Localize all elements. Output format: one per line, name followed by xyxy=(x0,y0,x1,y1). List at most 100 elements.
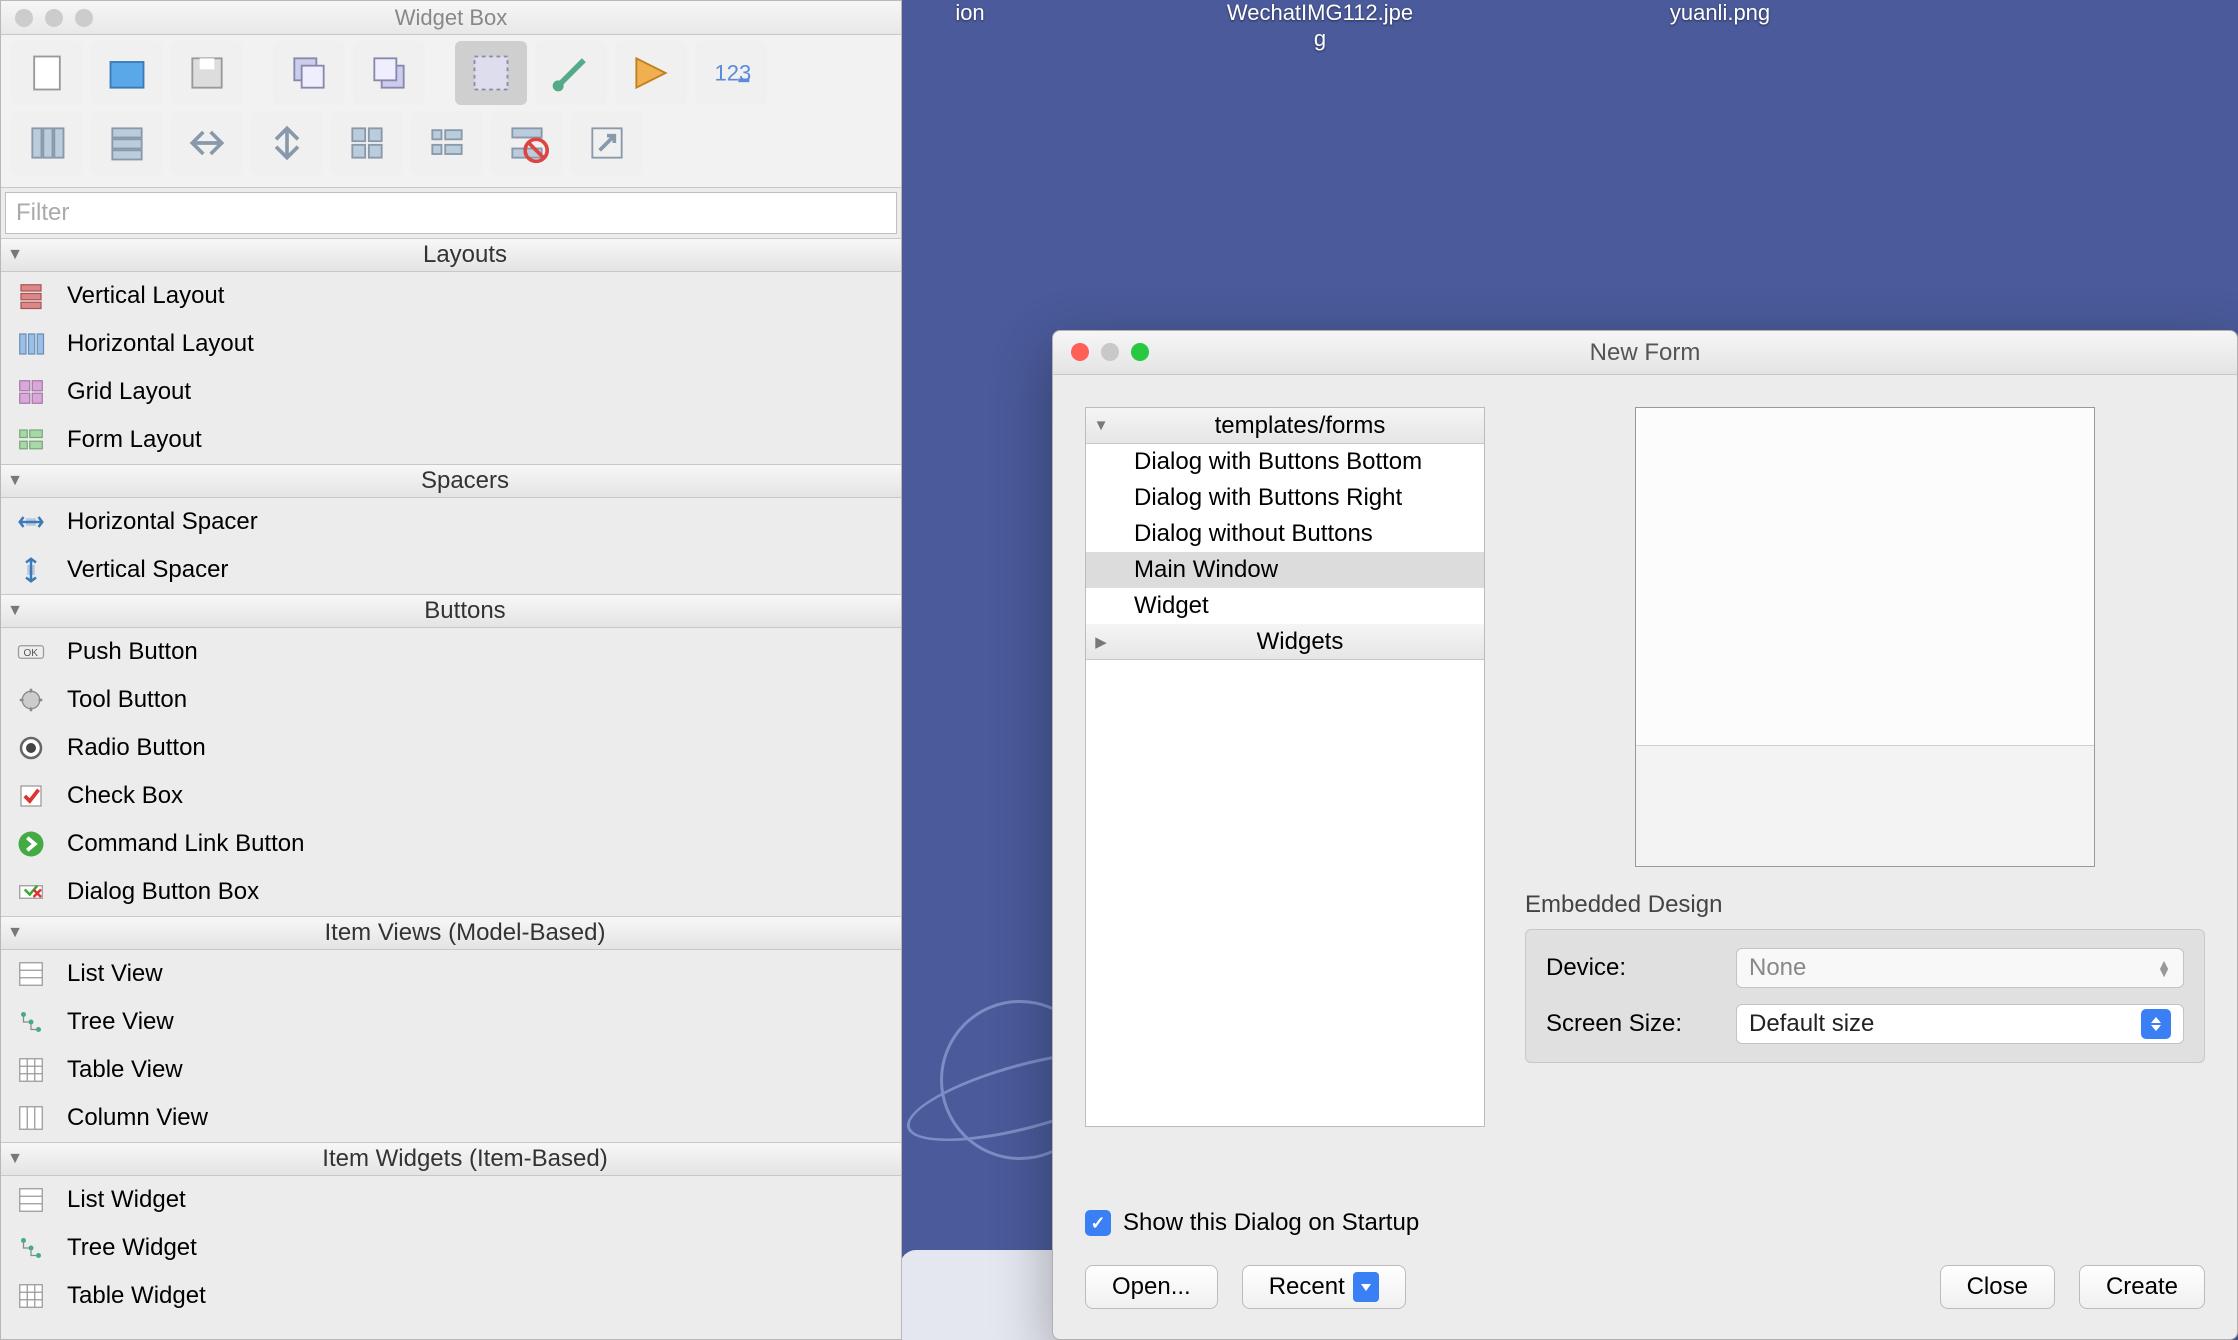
widget-icon xyxy=(13,552,49,588)
widget-icon xyxy=(13,730,49,766)
tree-header-widgets[interactable]: ▶Widgets xyxy=(1086,624,1484,660)
widget-item-label: List View xyxy=(67,960,163,988)
widget-item-label: Command Link Button xyxy=(67,830,304,858)
widget-item-label: Horizontal Spacer xyxy=(67,508,258,536)
template-item[interactable]: Main Window xyxy=(1086,552,1484,588)
widget-icon xyxy=(13,1182,49,1218)
widget-item-label: Form Layout xyxy=(67,426,202,454)
close-button[interactable]: Close xyxy=(1940,1265,2055,1309)
edit-signals-icon[interactable] xyxy=(535,41,607,105)
device-label: Device: xyxy=(1546,954,1716,982)
widget-item[interactable]: Dialog Button Box xyxy=(1,868,901,916)
widget-item-label: Check Box xyxy=(67,782,183,810)
layout-v-splitter-icon[interactable] xyxy=(251,111,323,175)
widget-item-label: Vertical Layout xyxy=(67,282,224,310)
category-header[interactable]: ▼Item Widgets (Item-Based) xyxy=(1,1142,901,1176)
widget-icon: OK xyxy=(13,634,49,670)
widget-item[interactable]: Table View xyxy=(1,1046,901,1094)
toolbar: 123 xyxy=(1,35,901,188)
widget-item[interactable]: Command Link Button xyxy=(1,820,901,868)
save-icon[interactable] xyxy=(171,41,243,105)
embedded-design-box: Device: None▲▼ Screen Size: Default size xyxy=(1525,929,2205,1063)
widget-icon xyxy=(13,1004,49,1040)
screen-size-select[interactable]: Default size xyxy=(1736,1004,2184,1044)
edit-buddies-icon[interactable] xyxy=(615,41,687,105)
category-header[interactable]: ▼Buttons xyxy=(1,594,901,628)
widget-icon xyxy=(13,1100,49,1136)
device-select[interactable]: None▲▼ xyxy=(1736,948,2184,988)
widget-item[interactable]: Horizontal Spacer xyxy=(1,498,901,546)
send-back-icon[interactable] xyxy=(273,41,345,105)
widget-item[interactable]: Check Box xyxy=(1,772,901,820)
widget-item[interactable]: Vertical Layout xyxy=(1,272,901,320)
widget-item[interactable]: Form Layout xyxy=(1,416,901,464)
template-item[interactable]: Dialog with Buttons Bottom xyxy=(1086,444,1484,480)
category-header[interactable]: ▼Item Views (Model-Based) xyxy=(1,916,901,950)
embedded-design-label: Embedded Design xyxy=(1525,891,2205,919)
break-layout-icon[interactable] xyxy=(491,111,563,175)
show-on-startup-checkbox[interactable]: ✓ xyxy=(1085,1210,1111,1236)
widget-item-label: Tool Button xyxy=(67,686,187,714)
layout-vertical-icon[interactable] xyxy=(91,111,163,175)
window-titlebar[interactable]: Widget Box xyxy=(1,1,901,35)
widget-item[interactable]: Vertical Spacer xyxy=(1,546,901,594)
widget-item-label: Horizontal Layout xyxy=(67,330,254,358)
widget-item[interactable]: Tree Widget xyxy=(1,1224,901,1272)
edit-tab-order-icon[interactable]: 123 xyxy=(695,41,767,105)
traffic-lights[interactable] xyxy=(15,9,93,27)
widget-icon xyxy=(13,1278,49,1314)
template-item[interactable]: Dialog without Buttons xyxy=(1086,516,1484,552)
widget-item[interactable]: Table Widget xyxy=(1,1272,901,1320)
widget-item-label: Push Button xyxy=(67,638,198,666)
recent-button[interactable]: Recent xyxy=(1242,1265,1406,1309)
filter-input[interactable] xyxy=(5,192,897,234)
widget-icon xyxy=(13,1230,49,1266)
dialog-title: New Form xyxy=(1590,339,1701,366)
widget-item-label: Vertical Spacer xyxy=(67,556,228,584)
dialog-titlebar[interactable]: New Form xyxy=(1053,331,2237,375)
open-file-icon[interactable] xyxy=(91,41,163,105)
svg-text:OK: OK xyxy=(24,647,39,658)
widget-item-label: Grid Layout xyxy=(67,378,191,406)
template-item[interactable]: Dialog with Buttons Right xyxy=(1086,480,1484,516)
widget-icon xyxy=(13,504,49,540)
adjust-size-icon[interactable] xyxy=(571,111,643,175)
widget-item[interactable]: List Widget xyxy=(1,1176,901,1224)
widget-icon xyxy=(13,278,49,314)
widget-item[interactable]: OK Push Button xyxy=(1,628,901,676)
widget-item[interactable]: Column View xyxy=(1,1094,901,1142)
widget-icon xyxy=(13,1052,49,1088)
widget-icon xyxy=(13,326,49,362)
widget-icon xyxy=(13,374,49,410)
open-button[interactable]: Open... xyxy=(1085,1265,1218,1309)
layout-grid-icon[interactable] xyxy=(331,111,403,175)
widget-item-label: Tree Widget xyxy=(67,1234,197,1262)
widget-item-label: List Widget xyxy=(67,1186,186,1214)
widget-item[interactable]: Tool Button xyxy=(1,676,901,724)
template-item[interactable]: Widget xyxy=(1086,588,1484,624)
widget-item[interactable]: Grid Layout xyxy=(1,368,901,416)
layout-h-splitter-icon[interactable] xyxy=(171,111,243,175)
widget-icon xyxy=(13,956,49,992)
template-tree[interactable]: ▼templates/forms Dialog with Buttons Bot… xyxy=(1085,407,1485,1127)
traffic-lights[interactable] xyxy=(1071,343,1149,361)
widget-item-label: Table Widget xyxy=(67,1282,206,1310)
edit-widgets-icon[interactable] xyxy=(455,41,527,105)
widget-item[interactable]: Horizontal Layout xyxy=(1,320,901,368)
category-header[interactable]: ▼Layouts xyxy=(1,238,901,272)
widget-item[interactable]: List View xyxy=(1,950,901,998)
tree-header[interactable]: ▼templates/forms xyxy=(1086,408,1484,444)
widget-item[interactable]: Tree View xyxy=(1,998,901,1046)
widget-item[interactable]: Radio Button xyxy=(1,724,901,772)
desktop-file[interactable]: WechatIMG112.jpeg xyxy=(1220,0,1420,52)
new-file-icon[interactable] xyxy=(11,41,83,105)
desktop-file[interactable]: yuanli.png xyxy=(1620,0,1820,26)
widget-item-label: Table View xyxy=(67,1056,183,1084)
bring-front-icon[interactable] xyxy=(353,41,425,105)
layout-form-icon[interactable] xyxy=(411,111,483,175)
widget-item-label: Dialog Button Box xyxy=(67,878,259,906)
create-button[interactable]: Create xyxy=(2079,1265,2205,1309)
category-header[interactable]: ▼Spacers xyxy=(1,464,901,498)
widget-icon xyxy=(13,874,49,910)
layout-horizontal-icon[interactable] xyxy=(11,111,83,175)
